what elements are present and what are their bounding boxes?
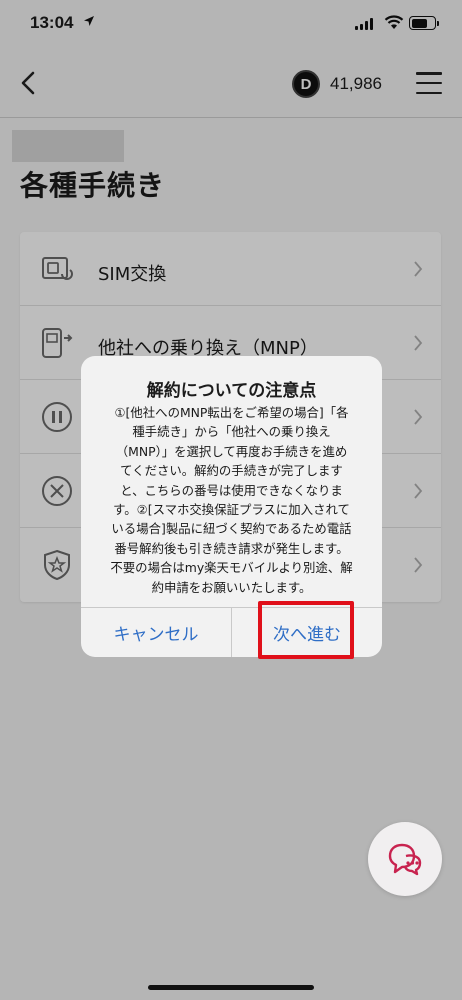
dialog-body: ①[他社へのMNP転出をご希望の場合]「各 種手続き」から「他社への乗り換え （…	[95, 403, 368, 597]
screen: 13:04 D 41,986 各種手続き SIM交換 他社への乗り換え（MNP）…	[0, 0, 462, 1000]
chat-bubble-icon	[388, 843, 422, 876]
dialog-body-line: と、こちらの番号は使用できなくなりま	[120, 482, 343, 498]
dialog-body-line: ①[他社へのMNP転出をご希望の場合]「各	[114, 405, 349, 420]
dialog-body-line: 約申請をお願いいたします。	[151, 579, 312, 595]
dialog-body-line: 不要の場合はmy楽天モバイルより別途、解	[110, 560, 353, 576]
dialog-body-line: てください。解約の手続きが完了します	[120, 463, 343, 479]
dialog-body-line: 番号解約後も引き続き請求が発生します。	[114, 540, 349, 556]
dialog-body-line: （MNP）」を選択して再度お手続きを進め	[115, 443, 348, 459]
dialog-body-line: す。②[スマホ交換保証プラスに加入されて	[113, 502, 350, 518]
dialog-title: 解約についての注意点	[146, 381, 317, 401]
home-indicator[interactable]	[148, 985, 314, 990]
cancel-button[interactable]: キャンセル	[81, 608, 232, 657]
chat-button[interactable]	[368, 822, 442, 896]
dialog-body-line: 種手続き」から「他社への乗り換え	[132, 424, 331, 440]
dialog-body-line: いる場合]製品に紐づく契約であるため電話	[111, 521, 352, 537]
highlight-box	[258, 601, 354, 659]
